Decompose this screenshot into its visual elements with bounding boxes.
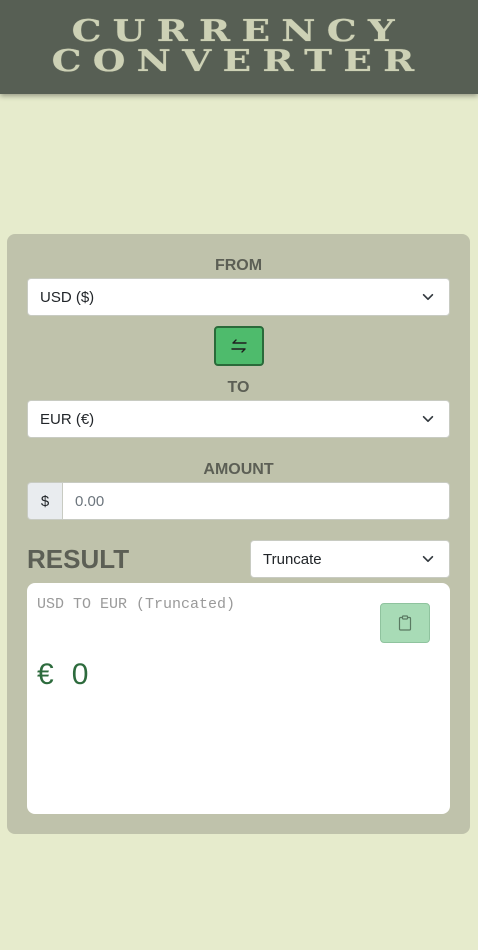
- from-currency-value: USD ($): [40, 288, 95, 306]
- swap-arrows-icon: [231, 339, 247, 353]
- rounding-mode-select[interactable]: Truncate: [250, 540, 450, 578]
- swap-currencies-button[interactable]: [214, 326, 264, 366]
- app-title-line-1: CURRENCY: [71, 14, 407, 49]
- clipboard-icon: [398, 615, 412, 631]
- result-title: RESULT: [27, 544, 130, 574]
- converter-panel: FROM USD ($) TO EUR (€) AMOUNT $ RESULT …: [7, 234, 470, 834]
- copy-result-button[interactable]: [380, 603, 430, 643]
- result-currency-symbol: €: [37, 658, 54, 691]
- result-box: USD TO EUR (Truncated) € 0: [27, 583, 450, 814]
- to-label: TO: [227, 379, 250, 396]
- chevron-down-icon: [422, 415, 434, 423]
- amount-input-group: $: [27, 482, 450, 520]
- rounding-mode-value: Truncate: [263, 550, 322, 568]
- chevron-down-icon: [422, 555, 434, 563]
- from-currency-select[interactable]: USD ($): [27, 278, 450, 316]
- result-amount: 0: [71, 658, 89, 691]
- app-title-line-2: CONVERTER: [52, 44, 426, 79]
- to-currency-select[interactable]: EUR (€): [27, 400, 450, 438]
- from-label: FROM: [214, 257, 263, 274]
- app-header: CURRENCY CONVERTER: [0, 0, 478, 94]
- to-currency-value: EUR (€): [40, 410, 95, 428]
- amount-currency-prefix: $: [27, 482, 62, 520]
- result-value: € 0: [37, 658, 88, 692]
- amount-label: AMOUNT: [203, 461, 274, 478]
- amount-input[interactable]: [62, 482, 450, 520]
- chevron-down-icon: [422, 293, 434, 301]
- result-caption: USD TO EUR (Truncated): [37, 596, 236, 613]
